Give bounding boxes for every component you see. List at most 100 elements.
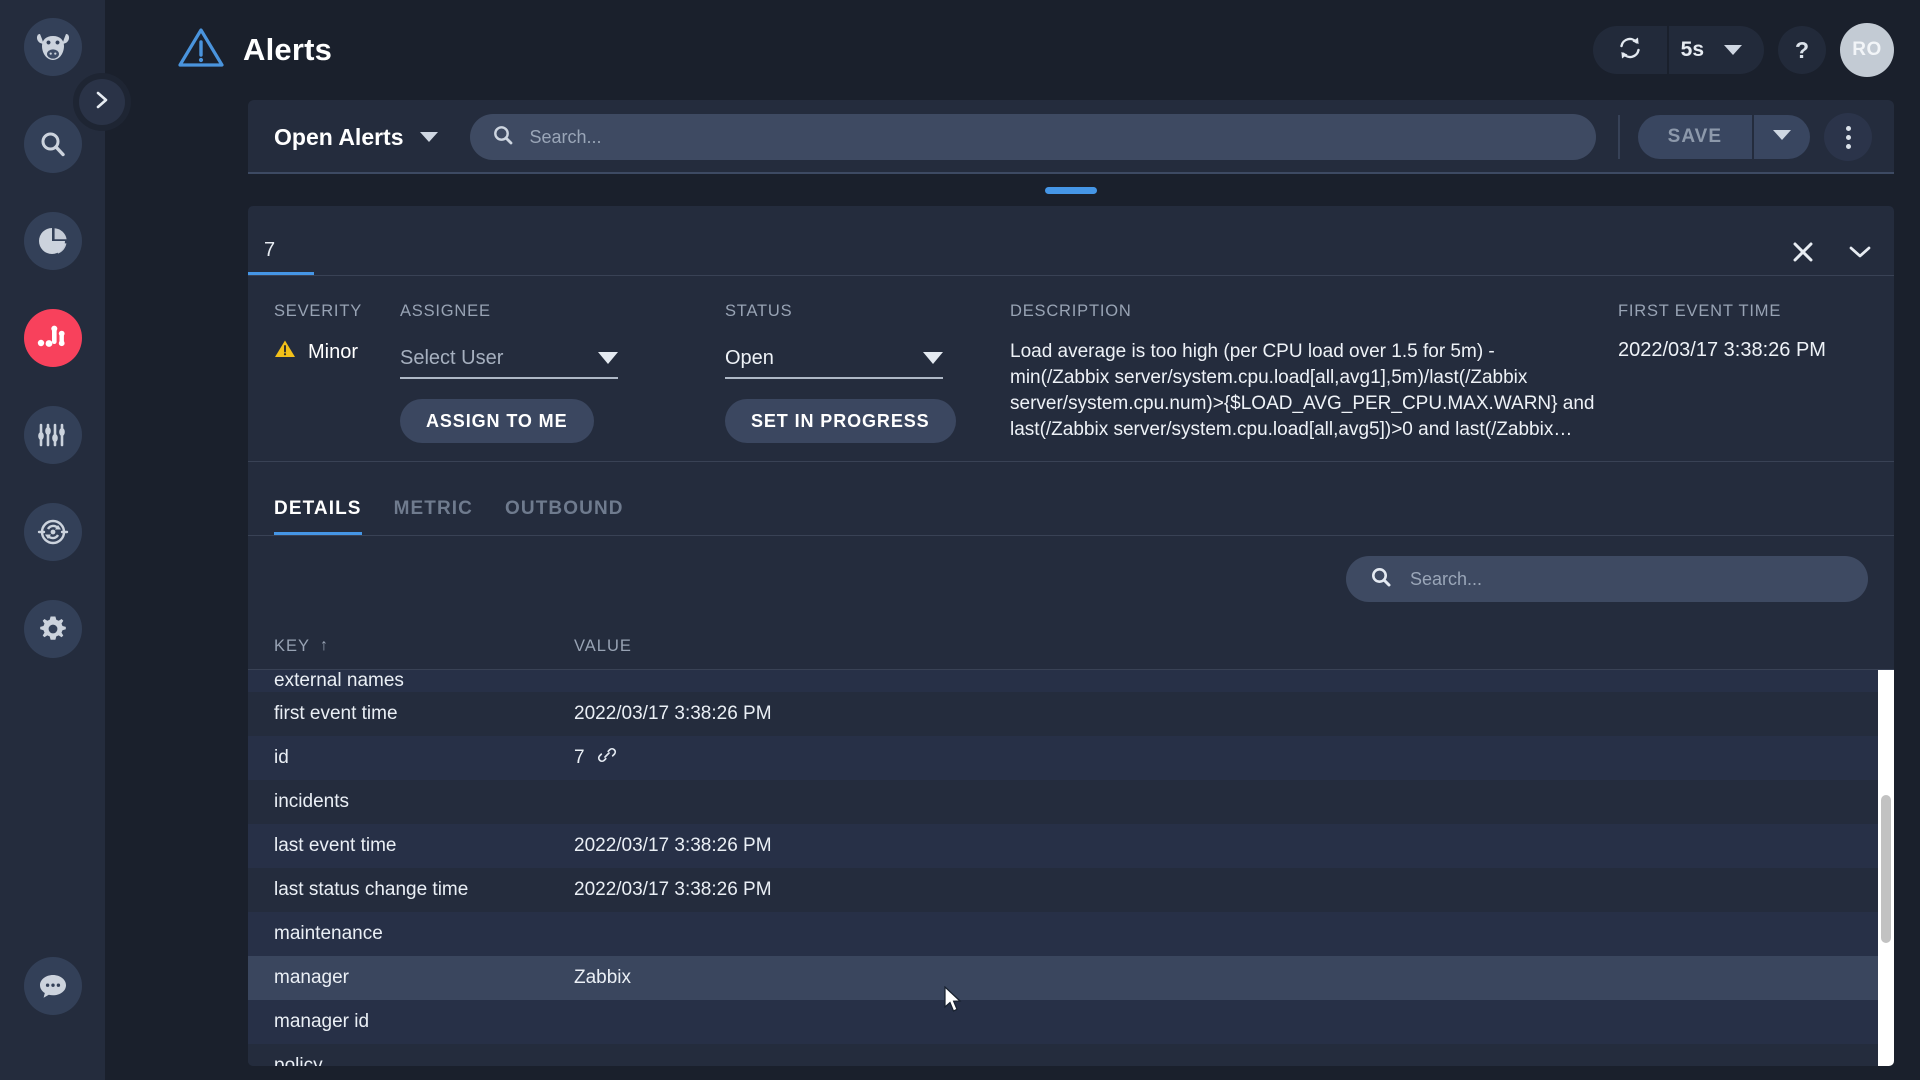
table-cell-key: last status change time	[274, 879, 469, 900]
refresh-control-group: 5s	[1592, 26, 1764, 74]
tab-label: DETAILS	[274, 498, 362, 519]
refresh-icon	[1617, 35, 1643, 66]
sidebar-item-dashboards[interactable]	[23, 212, 82, 270]
scrollbar-thumb[interactable]	[1881, 795, 1891, 943]
sidebar-item-integrations[interactable]	[23, 503, 82, 561]
assignee-field: ASSIGNEE Select User ASSIGN TO ME	[400, 302, 685, 462]
table-cell-key: policy	[274, 1055, 323, 1066]
table-row[interactable]: first event time 2022/03/17 3:38:26 PM	[248, 692, 1894, 736]
table-cell-key: first event time	[274, 703, 398, 724]
details-search-placeholder: Search...	[1410, 568, 1483, 589]
details-table-rows: external names first event time 2022/03/17…	[248, 670, 1894, 1066]
tab-outbound[interactable]: OUTBOUND	[489, 498, 640, 536]
help-label: ?	[1794, 36, 1810, 63]
close-icon	[1792, 241, 1814, 268]
search-icon	[1370, 566, 1392, 593]
set-in-progress-button[interactable]: SET IN PROGRESS	[725, 399, 956, 443]
link-icon[interactable]	[597, 745, 617, 771]
alert-meta-row: SEVERITY Minor ASSIGNEE Select User ASSI…	[248, 276, 1894, 462]
tab-details[interactable]: DETAILS	[274, 498, 378, 536]
assignee-select[interactable]: Select User	[400, 339, 618, 379]
save-button[interactable]: SAVE	[1637, 115, 1752, 159]
first-event-time-field: FIRST EVENT TIME 2022/03/17 3:38:26 PM	[1618, 302, 1868, 462]
sidebar-item-settings[interactable]	[23, 600, 82, 658]
refresh-interval-dropdown[interactable]: 5s	[1668, 26, 1764, 74]
pie-chart-icon	[38, 226, 68, 256]
sidebar-item-home[interactable]	[23, 18, 82, 76]
first-event-time-value: 2022/03/17 3:38:26 PM	[1618, 339, 1826, 361]
help-button[interactable]: ?	[1778, 26, 1826, 74]
search-icon	[38, 129, 68, 159]
page-title: Alerts	[243, 32, 333, 67]
tab-label: OUTBOUND	[505, 498, 624, 519]
kebab-dot	[1845, 125, 1851, 131]
severity-value: Minor	[308, 340, 359, 363]
status-select[interactable]: Open	[725, 339, 943, 379]
table-row[interactable]: id 7	[248, 736, 1894, 780]
details-search-input[interactable]: Search...	[1346, 556, 1868, 602]
alert-detail-panel: 7 SEVERITY Minor ASSIGNEE Select User AS…	[248, 206, 1894, 1066]
table-cell-value-text: Zabbix	[574, 967, 632, 988]
view-selector[interactable]: Open Alerts	[274, 124, 448, 151]
header-actions: 5s ? RO	[1592, 23, 1894, 77]
kebab-dot	[1845, 143, 1851, 149]
collapse-button[interactable]	[1848, 244, 1872, 265]
detail-tab-alert-7[interactable]: 7	[248, 239, 314, 276]
column-header-key[interactable]: KEY ↑	[274, 637, 574, 656]
chevron-right-icon	[93, 90, 111, 115]
chevron-down-icon	[1848, 244, 1872, 265]
severity-label: SEVERITY	[274, 302, 363, 320]
column-header-label: VALUE	[574, 636, 632, 655]
top-header: Alerts 5s ? RO	[105, 0, 1920, 100]
details-table-search-row: Search...	[248, 536, 1894, 622]
table-row[interactable]: policy	[248, 1044, 1894, 1066]
table-row[interactable]: manager Zabbix	[248, 956, 1894, 1000]
table-row[interactable]: last status change time 2022/03/17 3:38:2…	[248, 868, 1894, 912]
more-options-button[interactable]	[1824, 113, 1872, 161]
table-cell-value: 7	[574, 745, 1868, 771]
sidebar-item-chat[interactable]	[23, 957, 82, 1015]
table-cell-value: 2022/03/17 3:38:26 PM	[574, 879, 1868, 901]
table-row[interactable]: incidents	[248, 780, 1894, 824]
details-table-scrollbar[interactable]	[1878, 670, 1894, 1066]
assignee-value: Select User	[400, 346, 504, 369]
refresh-button[interactable]	[1592, 26, 1667, 74]
kebab-dot	[1845, 134, 1851, 140]
table-cell-key: external names	[274, 670, 404, 691]
search-input[interactable]: Search...	[469, 114, 1596, 160]
table-row[interactable]: maintenance	[248, 912, 1894, 956]
warning-triangle-icon	[274, 339, 296, 365]
table-cell-key: incidents	[274, 791, 349, 812]
table-cell-value: Zabbix	[574, 967, 1868, 989]
chevron-down-icon	[1771, 128, 1793, 147]
alert-triangle-icon	[177, 26, 225, 75]
first-event-time-label: FIRST EVENT TIME	[1618, 302, 1782, 320]
table-cell-key: manager	[274, 967, 349, 988]
avatar[interactable]: RO	[1840, 23, 1894, 77]
chevron-down-icon	[923, 352, 943, 364]
column-header-value[interactable]: VALUE	[574, 637, 632, 656]
sidebar-item-alerts[interactable]	[23, 309, 82, 367]
sidebar-item-metrics[interactable]	[23, 406, 82, 464]
table-row[interactable]: last event time 2022/03/17 3:38:26 PM	[248, 824, 1894, 868]
cow-logo-icon	[36, 32, 70, 62]
main-area: Alerts 5s ? RO Open Alerts Search... SAV…	[105, 0, 1920, 1080]
detail-tab-strip: 7	[248, 206, 314, 276]
app-root: Alerts 5s ? RO Open Alerts Search... SAV…	[0, 0, 1920, 1080]
assign-to-me-button[interactable]: ASSIGN TO ME	[400, 399, 594, 443]
table-row[interactable]: external names	[248, 670, 1894, 692]
table-cell-value-text: 2022/03/17 3:38:26 PM	[574, 835, 772, 856]
sidebar-expand-button[interactable]	[79, 79, 125, 125]
table-row[interactable]: manager id	[248, 1000, 1894, 1044]
tab-metric[interactable]: METRIC	[378, 498, 489, 536]
search-placeholder: Search...	[529, 126, 602, 147]
save-options-button[interactable]	[1754, 115, 1810, 159]
sync-icon	[37, 517, 69, 547]
detail-panel-header: 7	[248, 206, 1894, 276]
panel-resize-handle[interactable]	[1045, 186, 1097, 194]
panel-resize-zone	[248, 174, 1894, 206]
close-button[interactable]	[1792, 241, 1814, 268]
page-title-group: Alerts	[177, 26, 332, 75]
view-selector-label: Open Alerts	[274, 123, 404, 150]
sidebar-item-search[interactable]	[23, 115, 82, 173]
